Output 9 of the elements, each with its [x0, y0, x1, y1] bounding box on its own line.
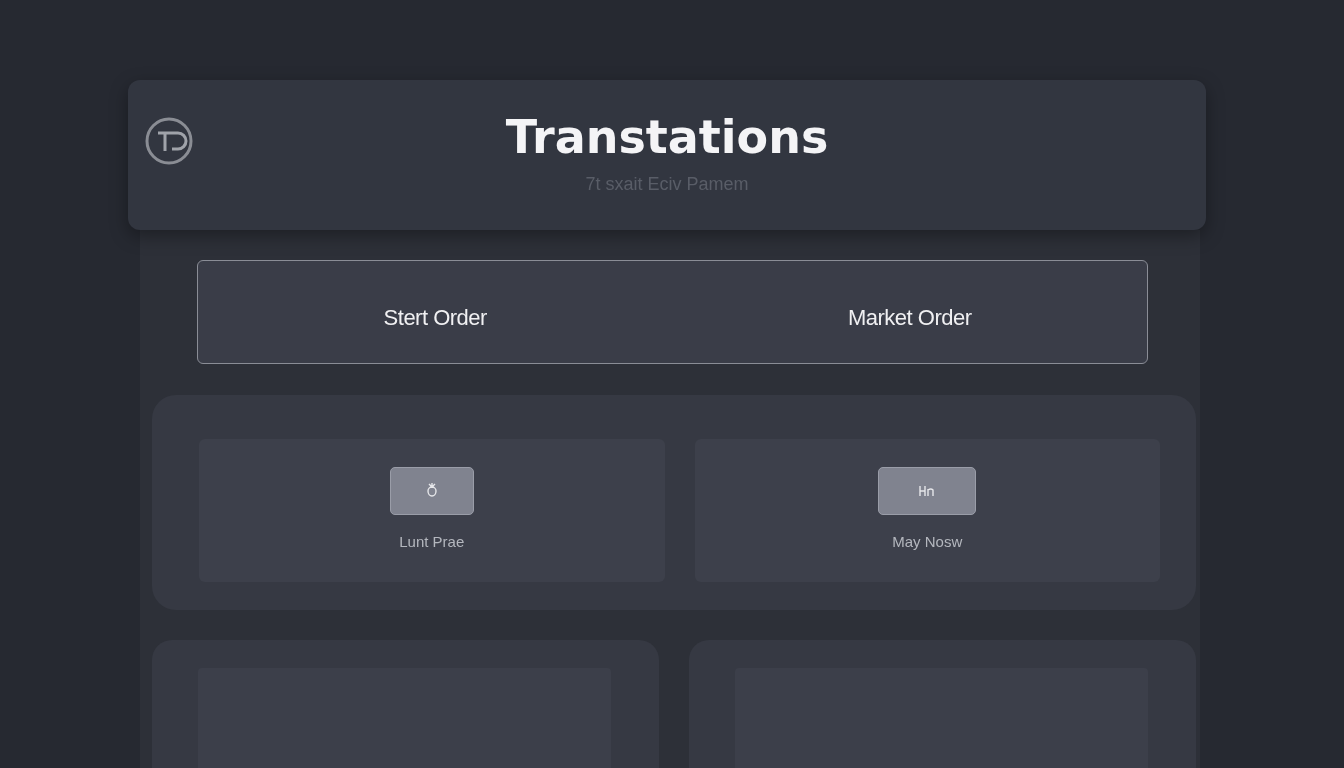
page-title: Transtations	[505, 110, 829, 164]
order-type-option[interactable]: Market Order	[672, 261, 1147, 364]
logo-icon	[144, 116, 194, 166]
order-type-option[interactable]: Stert Order	[198, 261, 673, 364]
order-type-selector[interactable]: Stert Order Market Order	[197, 260, 1148, 365]
action-button[interactable]	[389, 467, 474, 516]
action-button[interactable]	[878, 467, 977, 516]
card-label: Lunt Prae	[399, 533, 465, 551]
card-label: May Nosw	[892, 533, 963, 551]
